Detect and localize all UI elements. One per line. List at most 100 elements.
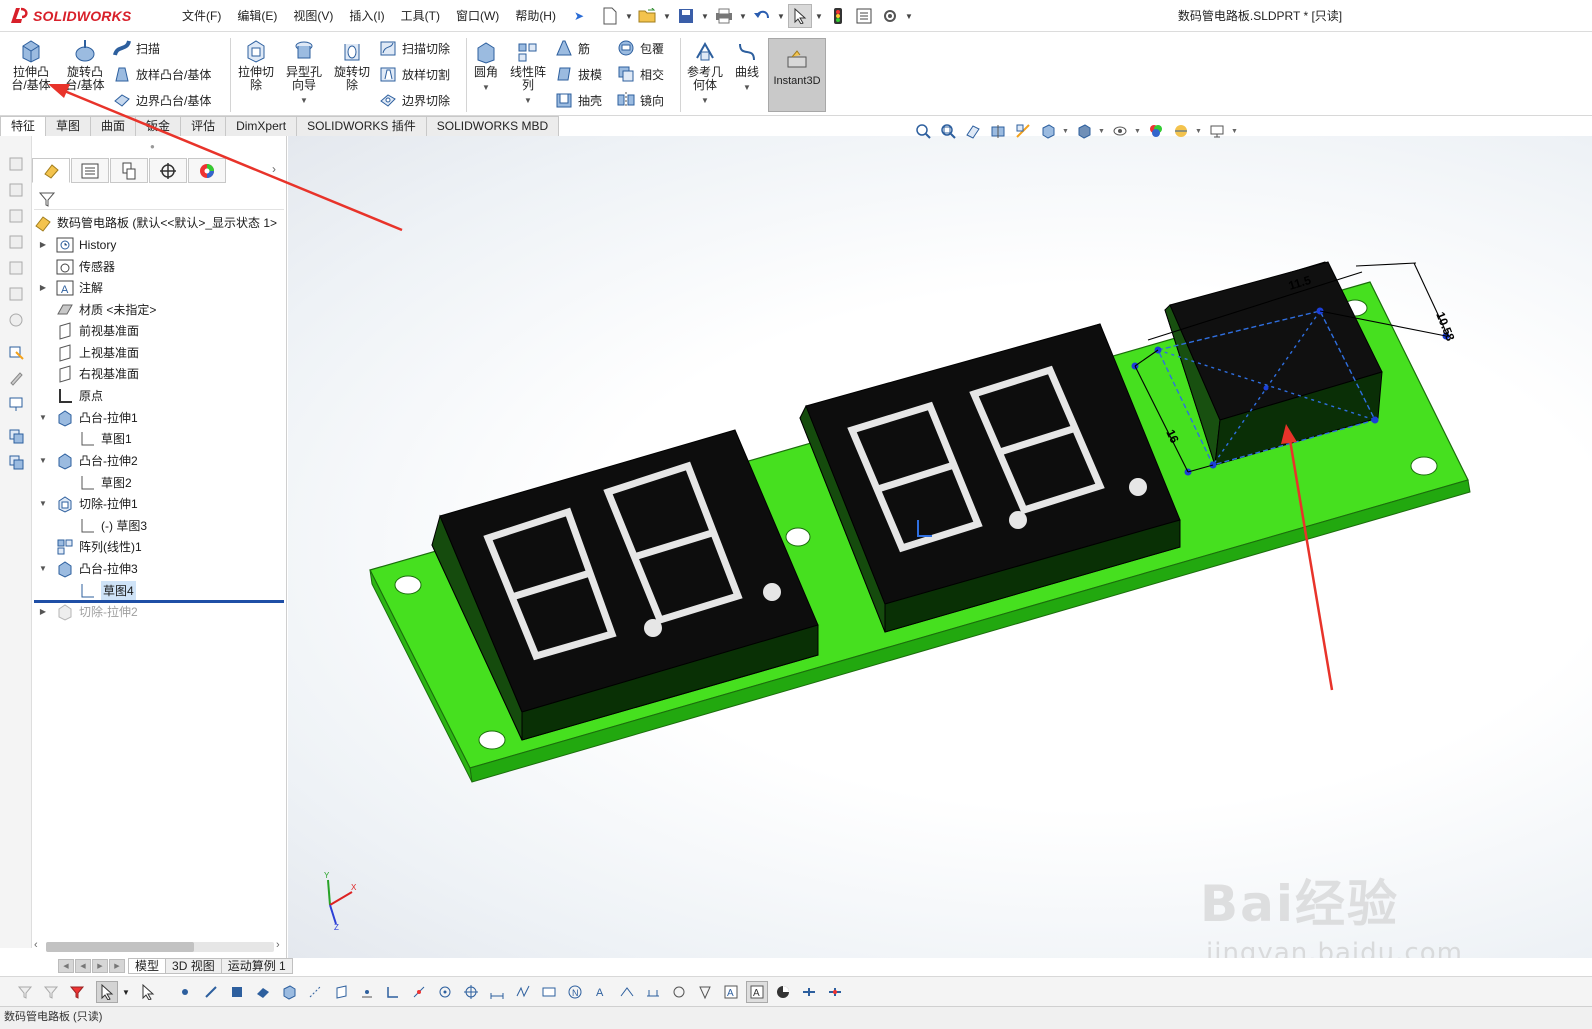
tab-mbd[interactable]: SOLIDWORKS MBD	[425, 116, 560, 136]
strip-part-icon-4[interactable]	[6, 232, 26, 252]
select-dropdown-icon[interactable]: ▼	[120, 981, 132, 1003]
tree-item-sketch2[interactable]: 草图2	[78, 472, 132, 493]
filter-datum-icon[interactable]: A	[590, 981, 612, 1003]
collapse-arrow-icon[interactable]: ▼	[38, 456, 48, 465]
filter-geometric-tolerance-icon[interactable]	[538, 981, 560, 1003]
tree-item-material[interactable]: 材质 <未指定>	[56, 299, 156, 320]
shell-button[interactable]: 抽壳	[554, 89, 602, 111]
collapse-arrow-icon[interactable]: ▼	[38, 499, 48, 508]
hole-wizard-button[interactable]: 异型孔向导 ▼	[282, 34, 326, 114]
panel-grip-icon[interactable]: ●	[150, 142, 155, 151]
previous-view-icon[interactable]	[962, 121, 984, 141]
fillet-dropdown-icon[interactable]: ▼	[470, 81, 502, 94]
sweep-button[interactable]: 扫描	[112, 37, 160, 59]
tab-surfaces[interactable]: 曲面	[90, 116, 137, 136]
filter-centers-icon[interactable]	[434, 981, 456, 1003]
collapse-arrow-icon[interactable]: ▼	[38, 413, 48, 422]
boundary-button[interactable]: 边界凸台/基体	[112, 89, 211, 111]
filter-blocks-icon[interactable]	[642, 981, 664, 1003]
strip-copy-icon-2[interactable]	[6, 452, 26, 472]
tree-item-sketch3[interactable]: (-) 草图3	[78, 515, 147, 536]
mirror-button[interactable]: 镜向	[616, 89, 664, 111]
dimxpert-tab-icon[interactable]	[149, 158, 187, 183]
menu-help[interactable]: 帮助(H)	[507, 0, 564, 32]
dynamic-annotation-icon[interactable]	[1012, 121, 1034, 141]
filter-select-all-icon[interactable]	[66, 981, 88, 1003]
tab-addins[interactable]: SOLIDWORKS 插件	[296, 116, 427, 136]
rebuild-icon[interactable]	[826, 4, 850, 28]
tree-item-front-plane[interactable]: 前视基准面	[56, 320, 139, 341]
filter-sketch-points-icon[interactable]	[356, 981, 378, 1003]
revolve-cut-button[interactable]: 旋转切除	[330, 34, 374, 114]
strip-part-icon[interactable]	[6, 154, 26, 174]
tree-item-linear-pattern1[interactable]: 阵列(线性)1	[56, 536, 142, 557]
menu-tools[interactable]: 工具(T)	[393, 0, 448, 32]
filter-axes-icon[interactable]	[304, 981, 326, 1003]
edit-appearance-icon[interactable]	[1145, 121, 1167, 141]
linear-pattern-dropdown-icon[interactable]: ▼	[506, 94, 550, 107]
tree-item-boss-extrude2[interactable]: ▼ 凸台-拉伸2	[39, 450, 138, 471]
ref-geometry-dropdown-icon[interactable]: ▼	[684, 94, 726, 107]
open-dropdown-icon[interactable]: ▼	[662, 4, 672, 28]
curves-dropdown-icon[interactable]: ▼	[730, 81, 764, 94]
filter-edges-icon[interactable]	[200, 981, 222, 1003]
boundary-cut-button[interactable]: 边界切除	[378, 89, 450, 111]
strip-display-icon[interactable]	[6, 394, 26, 414]
tree-filter[interactable]	[34, 188, 284, 210]
filter-surface-finish-icon[interactable]	[512, 981, 534, 1003]
tree-root-part[interactable]: 数码管电路板 (默认<<默认>_显示状态 1>	[34, 212, 277, 233]
tree-item-boss-extrude1[interactable]: ▼ 凸台-拉伸1	[39, 407, 138, 428]
new-dropdown-icon[interactable]: ▼	[624, 4, 634, 28]
tab-motion-study[interactable]: 运动算例 1	[220, 958, 293, 974]
filter-welds-icon[interactable]	[616, 981, 638, 1003]
tab-sketch[interactable]: 草图	[45, 116, 92, 136]
save-dropdown-icon[interactable]: ▼	[700, 4, 710, 28]
strip-part-icon-5[interactable]	[6, 258, 26, 278]
save-icon[interactable]	[674, 4, 698, 28]
options-dropdown-icon[interactable]: ▼	[904, 4, 914, 28]
strip-sketch-icon[interactable]	[6, 342, 26, 362]
filter-solids-icon[interactable]	[278, 981, 300, 1003]
feature-tree-tab-icon[interactable]	[32, 158, 70, 183]
tree-item-right-plane[interactable]: 右视基准面	[56, 363, 139, 384]
filter-routing-points-icon[interactable]	[824, 981, 846, 1003]
tab-dimxpert[interactable]: DimXpert	[225, 116, 298, 136]
print-icon[interactable]	[712, 4, 736, 28]
sweep-cut-button[interactable]: 扫描切除	[378, 37, 450, 59]
display-style-dropdown-icon[interactable]: ▼	[1098, 128, 1106, 135]
filter-midpoints-icon[interactable]	[408, 981, 430, 1003]
strip-part-icon-2[interactable]	[6, 180, 26, 200]
strip-part-icon-7[interactable]	[6, 310, 26, 330]
tree-item-cut-extrude1[interactable]: ▼ 切除-拉伸1	[39, 493, 138, 514]
strip-part-icon-3[interactable]	[6, 206, 26, 226]
tab-evaluate[interactable]: 评估	[180, 116, 227, 136]
model-scene[interactable]: 16 10.58 11.5 X Y Z	[288, 136, 1592, 958]
select-arrow-icon[interactable]	[96, 981, 118, 1003]
filter-planes-icon[interactable]	[330, 981, 352, 1003]
scroll-thumb[interactable]	[46, 942, 194, 952]
hole-wizard-dropdown-icon[interactable]: ▼	[282, 94, 326, 107]
wrap-button[interactable]: 包覆	[616, 37, 664, 59]
filter-surfaces-icon[interactable]	[252, 981, 274, 1003]
tab-nav-first-icon[interactable]: ◀	[58, 959, 74, 973]
display-style-icon[interactable]	[1073, 121, 1095, 141]
expand-arrow-icon[interactable]: ▶	[38, 240, 48, 249]
intersect-button[interactable]: 相交	[616, 63, 664, 85]
tree-item-sketch4[interactable]: 草图4	[78, 580, 136, 601]
filter-annotations-icon[interactable]: A	[720, 981, 742, 1003]
revolve-boss-button[interactable]: 旋转凸台/基体	[60, 34, 110, 114]
menu-insert[interactable]: 插入(I)	[341, 0, 392, 32]
tree-item-sensors[interactable]: 传感器	[56, 256, 115, 277]
tree-item-top-plane[interactable]: 上视基准面	[56, 342, 139, 363]
configuration-tab-icon[interactable]	[110, 158, 148, 183]
filter-notes-icon[interactable]: N	[564, 981, 586, 1003]
extrude-cut-button[interactable]: 拉伸切除	[234, 34, 278, 114]
curves-button[interactable]: 曲线 ▼	[730, 34, 764, 114]
print-dropdown-icon[interactable]: ▼	[738, 4, 748, 28]
view-settings-icon[interactable]	[1206, 121, 1228, 141]
dimension-10-58[interactable]: 10.58	[1433, 310, 1457, 343]
pin-icon[interactable]: ➤	[570, 9, 588, 23]
filter-connection-points-icon[interactable]	[798, 981, 820, 1003]
menu-view[interactable]: 视图(V)	[285, 0, 341, 32]
tree-item-boss-extrude3[interactable]: ▼ 凸台-拉伸3	[39, 558, 138, 579]
